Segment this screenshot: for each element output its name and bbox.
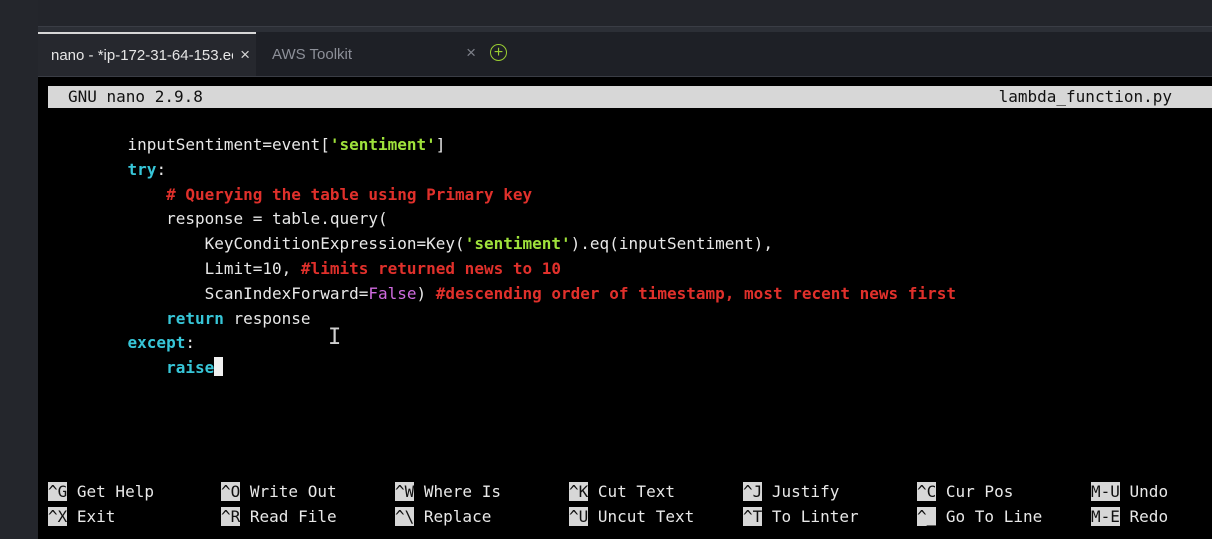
shortcut-write-out[interactable]: ^O Write Out: [221, 481, 337, 503]
shortcut-key: ^K: [569, 482, 589, 501]
code-line: except:: [89, 331, 956, 356]
code-line: ScanIndexForward=False) #descending orde…: [89, 282, 956, 307]
shortcut-exit[interactable]: ^X Exit: [48, 506, 115, 528]
code-token: ): [416, 283, 436, 303]
code-token: KeyConditionExpression=Key(: [89, 234, 465, 254]
code-line: KeyConditionExpression=Key('sentiment').…: [89, 232, 956, 257]
code-line: raise: [89, 356, 956, 381]
shortcut-key: ^J: [743, 482, 763, 501]
code-token: :: [156, 159, 167, 179]
shortcut-label: Exit: [67, 507, 116, 526]
shortcut-label: Cut Text: [588, 482, 675, 501]
shortcut-replace[interactable]: ^\ Replace: [395, 506, 491, 528]
shortcut-uncut-text[interactable]: ^U Uncut Text: [569, 506, 694, 528]
code-token: response = table.query(: [89, 209, 388, 229]
shortcut-go-to-line[interactable]: ^_ Go To Line: [917, 506, 1042, 528]
shortcut-get-help[interactable]: ^G Get Help: [48, 481, 154, 503]
shortcut-key: ^W: [395, 482, 415, 501]
shortcut-to-linter[interactable]: ^T To Linter: [743, 506, 859, 528]
code-token: 'sentiment': [329, 135, 436, 154]
shortcut-key: ^_: [917, 507, 937, 526]
nano-version: GNU nano 2.9.8: [68, 87, 203, 106]
nano-title-bar: GNU nano 2.9.8 lambda_function.py: [48, 86, 1212, 108]
shortcut-label: Uncut Text: [588, 507, 695, 526]
code-line: return response: [89, 307, 956, 332]
code-token: 'sentiment': [464, 234, 571, 254]
shortcut-label: Redo: [1119, 507, 1169, 526]
code-token: :: [185, 333, 195, 353]
nano-filename: lambda_function.py: [998, 87, 1172, 106]
top-editor-panel: [38, 0, 1212, 27]
shortcut-label: Go To Line: [936, 507, 1043, 526]
shortcut-where-is[interactable]: ^W Where Is: [395, 481, 501, 503]
shortcut-key: ^\: [395, 507, 415, 526]
shortcut-cut-text[interactable]: ^K Cut Text: [569, 481, 675, 503]
code-token: Limit=10,: [89, 258, 301, 278]
shortcut-key: M-U: [1091, 482, 1120, 501]
shortcut-label: Get Help: [67, 482, 154, 501]
shortcut-read-file[interactable]: ^R Read File: [221, 506, 337, 528]
tab-aws-toolkit[interactable]: AWS Toolkit ×: [256, 32, 484, 76]
code-token: inputSentiment=event[: [89, 135, 330, 154]
shortcut-label: Justify: [762, 482, 840, 501]
code-line: response = table.query(: [89, 207, 956, 232]
code-token: raise: [166, 358, 215, 378]
code-line: Limit=10, #limits returned news to 10: [89, 257, 956, 282]
code-line: inputSentiment=event['sentiment']: [89, 133, 956, 158]
shortcut-label: Cur Pos: [936, 482, 1014, 501]
code-token: ).eq(inputSentiment),: [570, 234, 773, 254]
shortcut-label: Replace: [414, 507, 492, 526]
shortcut-key: M-E: [1091, 507, 1120, 526]
terminal-pane[interactable]: GNU nano 2.9.8 lambda_function.py inputS…: [38, 77, 1212, 539]
shortcut-key: ^O: [221, 482, 241, 501]
code-token: False: [368, 283, 417, 303]
shortcut-label: Read File: [240, 507, 337, 526]
code-token: try: [127, 159, 157, 179]
code-token: ]: [435, 135, 446, 154]
shortcut-label: To Linter: [762, 507, 859, 526]
shortcut-key: ^X: [48, 507, 68, 526]
code-token: response: [223, 308, 311, 328]
code-token: return: [166, 308, 224, 328]
add-tab-icon[interactable]: +: [490, 44, 507, 61]
editor-cursor: [214, 357, 224, 377]
shortcut-label: Where Is: [414, 482, 501, 501]
shortcut-label: Write Out: [240, 482, 337, 501]
code-token: # Querying the table using Primary key: [166, 184, 533, 204]
code-token: #limits returned news to 10: [300, 258, 562, 278]
tab-nano-terminal[interactable]: nano - *ip-172-31-64-153.ec2.internal ×: [38, 32, 256, 76]
shortcut-redo[interactable]: M-E Redo: [1091, 506, 1168, 528]
tab-label: nano - *ip-172-31-64-153.ec2.internal: [51, 46, 233, 64]
close-icon[interactable]: ×: [466, 43, 476, 63]
close-icon[interactable]: ×: [240, 45, 250, 65]
shortcut-key: ^U: [569, 507, 589, 526]
code-token: ScanIndexForward=: [89, 283, 369, 303]
code-editor-area[interactable]: inputSentiment=event['sentiment'] try: #…: [89, 133, 956, 381]
shortcut-key: ^T: [743, 507, 763, 526]
left-activity-rail: [0, 0, 38, 539]
terminal-tab-bar: nano - *ip-172-31-64-153.ec2.internal × …: [38, 32, 1212, 77]
shortcut-justify[interactable]: ^J Justify: [743, 481, 839, 503]
shortcut-undo[interactable]: M-U Undo: [1091, 481, 1168, 503]
tab-label: AWS Toolkit: [272, 45, 353, 63]
shortcut-key: ^C: [917, 482, 937, 501]
shortcut-label: Undo: [1119, 482, 1169, 501]
code-line: # Querying the table using Primary key: [89, 183, 956, 208]
shortcut-cur-pos[interactable]: ^C Cur Pos: [917, 481, 1013, 503]
text-cursor-icon: I: [328, 325, 342, 350]
code-token: #descending order of timestamp, most rec…: [435, 283, 956, 303]
shortcut-key: ^R: [221, 507, 241, 526]
shortcut-key: ^G: [48, 482, 68, 501]
code-token: except: [127, 333, 186, 353]
code-line: try:: [89, 158, 956, 183]
